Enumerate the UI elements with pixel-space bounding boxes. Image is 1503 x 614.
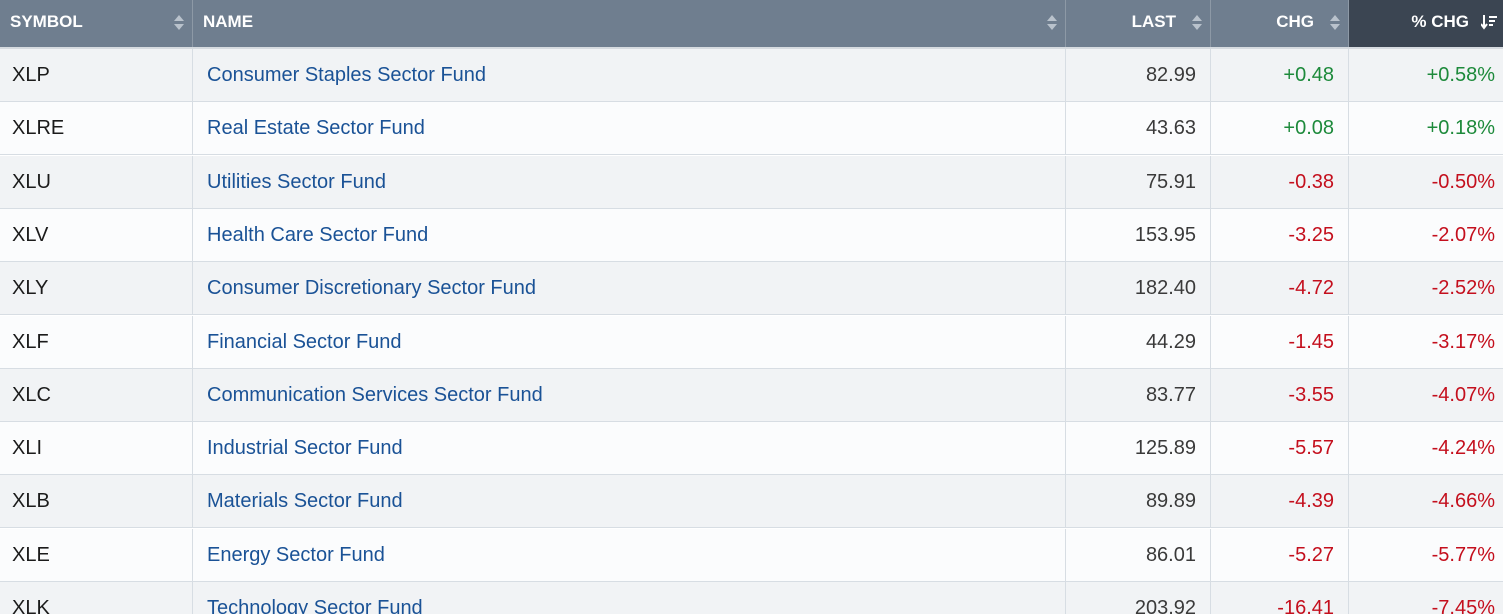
fund-name-link[interactable]: Energy Sector Fund: [193, 529, 1066, 582]
last-price-cell: 43.63: [1066, 102, 1211, 155]
change-cell: -4.72: [1211, 262, 1349, 315]
column-header-symbol-label: SYMBOL: [10, 12, 83, 31]
fund-name-link[interactable]: Financial Sector Fund: [193, 316, 1066, 369]
percent-change-cell: -5.77%: [1431, 544, 1495, 566]
percent-change-cell: -2.07%: [1431, 224, 1495, 246]
last-price-cell: 83.77: [1066, 369, 1211, 422]
sort-icon: [1192, 15, 1202, 31]
fund-name-link[interactable]: Communication Services Sector Fund: [193, 369, 1066, 422]
last-price-cell: 182.40: [1066, 262, 1211, 315]
change-cell: -0.38: [1211, 156, 1349, 209]
sort-descending-icon: [1481, 15, 1497, 30]
symbol-cell: XLE: [0, 529, 193, 582]
sector-funds-table: SYMBOL NAME LAST CHG % CHG XLPConsumer: [0, 0, 1503, 614]
symbol-cell: XLRE: [0, 102, 193, 155]
symbol-cell: XLB: [0, 475, 193, 528]
symbol-cell: XLY: [0, 262, 193, 315]
fund-name-link[interactable]: Consumer Staples Sector Fund: [193, 49, 1066, 102]
column-header-name[interactable]: NAME: [193, 0, 1066, 47]
percent-change-cell: -0.50%: [1431, 171, 1495, 193]
symbol-cell: XLI: [0, 422, 193, 475]
last-price-cell: 75.91: [1066, 156, 1211, 209]
table-row: XLB Materials Sector Fund 89.89 -4.39 -4.66%: [0, 475, 1503, 528]
change-cell: -1.45: [1211, 316, 1349, 369]
table-row: XLRE Real Estate Sector Fund 43.63 +0.08 +0.…: [0, 102, 1503, 155]
change-cell: -16.41: [1211, 582, 1349, 614]
symbol-cell: XLK: [0, 582, 193, 614]
column-header-pct-chg-label: % CHG: [1411, 12, 1469, 31]
table-row: XLI Industrial Sector Fund 125.89 -5.57 -4.2…: [0, 422, 1503, 475]
table-row: XLC Communication Services Sector Fund 83.…: [0, 369, 1503, 422]
sort-icon: [1047, 15, 1057, 31]
change-cell: -5.27: [1211, 529, 1349, 582]
fund-name-link[interactable]: Health Care Sector Fund: [193, 209, 1066, 262]
percent-change-cell: -4.66%: [1431, 490, 1495, 512]
percent-change-cell: -7.45%: [1431, 597, 1495, 614]
last-price-cell: 203.92: [1066, 582, 1211, 614]
column-header-last[interactable]: LAST: [1066, 0, 1211, 47]
column-header-pct-chg[interactable]: % CHG: [1349, 0, 1503, 47]
fund-name-link[interactable]: Real Estate Sector Fund: [193, 102, 1066, 155]
percent-change-cell: -3.17%: [1431, 331, 1495, 353]
change-cell: +0.48: [1211, 49, 1349, 102]
column-header-chg[interactable]: CHG: [1211, 0, 1349, 47]
change-cell: -3.55: [1211, 369, 1349, 422]
fund-name-link[interactable]: Technology Sector Fund: [193, 582, 1066, 614]
change-cell: +0.08: [1211, 102, 1349, 155]
symbol-cell: XLC: [0, 369, 193, 422]
change-cell: -4.39: [1211, 475, 1349, 528]
sort-icon: [174, 15, 184, 31]
column-header-name-label: NAME: [203, 12, 254, 31]
table-header: SYMBOL NAME LAST CHG % CHG: [0, 0, 1503, 49]
last-price-cell: 86.01: [1066, 529, 1211, 582]
last-price-cell: 82.99: [1066, 49, 1211, 102]
symbol-cell: XLV: [0, 209, 193, 262]
fund-name-link[interactable]: Consumer Discretionary Sector Fund: [193, 262, 1066, 315]
table-row: XLP Consumer Staples Sector Fund 82.99 +0.4…: [0, 49, 1503, 102]
percent-change-cell: +0.18%: [1426, 117, 1495, 139]
table-row: XLY Consumer Discretionary Sector Fund 182…: [0, 262, 1503, 315]
table-row: XLV Health Care Sector Fund 153.95 -3.25 -2.…: [0, 209, 1503, 262]
last-price-cell: 153.95: [1066, 209, 1211, 262]
table-row: XLF Financial Sector Fund 44.29 -1.45 -3.17%: [0, 316, 1503, 369]
last-price-cell: 125.89: [1066, 422, 1211, 475]
percent-change-cell: -2.52%: [1431, 277, 1495, 299]
symbol-cell: XLF: [0, 316, 193, 369]
table-row: XLK Technology Sector Fund 203.92 -16.41 -7.…: [0, 582, 1503, 614]
symbol-cell: XLP: [0, 49, 193, 102]
table-row: XLU Utilities Sector Fund 75.91 -0.38 -0.50%: [0, 156, 1503, 209]
column-header-chg-label: CHG: [1276, 12, 1314, 31]
sort-icon: [1330, 15, 1340, 31]
change-cell: -3.25: [1211, 209, 1349, 262]
percent-change-cell: -4.24%: [1431, 437, 1495, 459]
fund-name-link[interactable]: Utilities Sector Fund: [193, 156, 1066, 209]
last-price-cell: 89.89: [1066, 475, 1211, 528]
fund-name-link[interactable]: Materials Sector Fund: [193, 475, 1066, 528]
column-header-symbol[interactable]: SYMBOL: [0, 0, 193, 47]
change-cell: -5.57: [1211, 422, 1349, 475]
percent-change-cell: +0.58%: [1426, 64, 1495, 86]
fund-name-link[interactable]: Industrial Sector Fund: [193, 422, 1066, 475]
column-header-last-label: LAST: [1131, 12, 1176, 31]
last-price-cell: 44.29: [1066, 316, 1211, 369]
symbol-cell: XLU: [0, 156, 193, 209]
percent-change-cell: -4.07%: [1431, 384, 1495, 406]
table-row: XLE Energy Sector Fund 86.01 -5.27 -5.77%: [0, 529, 1503, 582]
